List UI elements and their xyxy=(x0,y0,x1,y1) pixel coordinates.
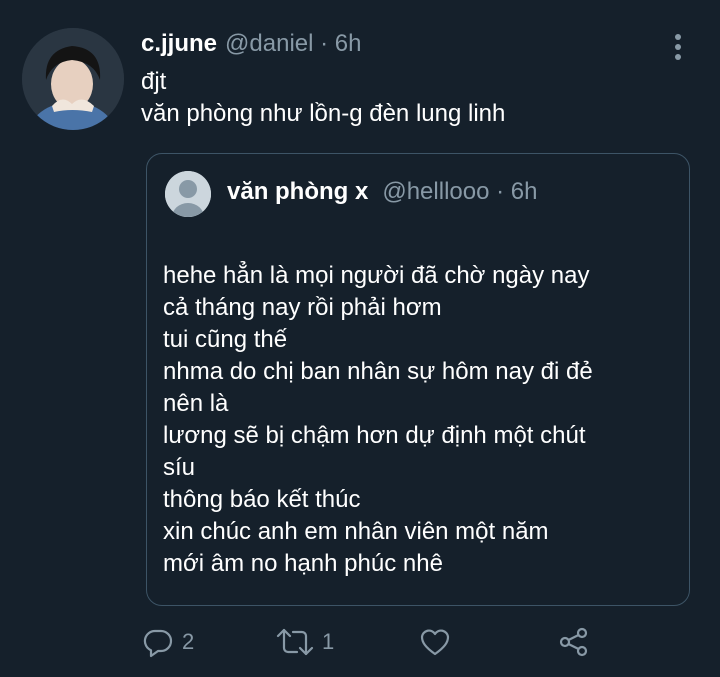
default-avatar-icon xyxy=(165,171,211,217)
quoted-tweet-header: văn phòng x @helllooo · 6h xyxy=(227,178,537,206)
reply-count: 2 xyxy=(182,629,195,654)
heart-icon xyxy=(419,626,451,658)
reply-icon xyxy=(142,626,174,658)
quoted-text-line: lương sẽ bị chậm hơn dự định một chút xyxy=(163,422,586,449)
more-vertical-icon[interactable] xyxy=(668,32,688,62)
quoted-text-line: nhma do chị ban nhân sự hôm nay đi đẻ xyxy=(163,358,593,385)
user-avatar[interactable] xyxy=(22,28,124,130)
quoted-tweet-text: hehe hẳn là mọi người đã chờ ngày nay cả… xyxy=(163,260,678,580)
quoted-text-line: thông báo kết thúc xyxy=(163,486,361,513)
handle-and-time: @daniel · 6h xyxy=(225,30,362,57)
share-button[interactable] xyxy=(558,620,590,664)
retweet-icon xyxy=(276,626,314,658)
quoted-text-line: síu xyxy=(163,454,196,481)
retweet-count: 1 xyxy=(322,629,335,654)
reply-button[interactable]: 2 xyxy=(142,620,194,664)
quoted-text-line: nên là xyxy=(163,390,229,417)
tweet: c.jjune @daniel · 6h đjt văn phòng như l… xyxy=(0,0,720,677)
quoted-text-line: tui cũng thế xyxy=(163,326,288,353)
quoted-tweet[interactable]: văn phòng x @helllooo · 6h hehe hẳn là m… xyxy=(146,153,690,606)
quoted-text-line: cả tháng nay rồi phải hơm xyxy=(163,294,442,321)
tweet-text: đjt văn phòng như lồn-g đèn lung linh xyxy=(141,68,506,127)
quoted-text-line: mới âm no hạnh phúc nhê xyxy=(163,550,443,577)
display-name[interactable]: c.jjune xyxy=(141,30,217,58)
retweet-button[interactable]: 1 xyxy=(276,620,334,664)
quoted-text-line: hehe hẳn là mọi người đã chờ ngày nay xyxy=(163,262,590,289)
quoted-handle-and-time: @helllooo · 6h xyxy=(382,178,538,205)
action-bar: 2 1 xyxy=(0,620,720,664)
tweet-header: c.jjune @daniel · 6h xyxy=(141,30,361,64)
quoted-display-name: văn phòng x xyxy=(227,178,369,205)
share-icon xyxy=(558,626,590,658)
quoted-text-line: xin chúc anh em nhân viên một năm xyxy=(163,518,549,545)
like-button[interactable] xyxy=(419,620,451,664)
